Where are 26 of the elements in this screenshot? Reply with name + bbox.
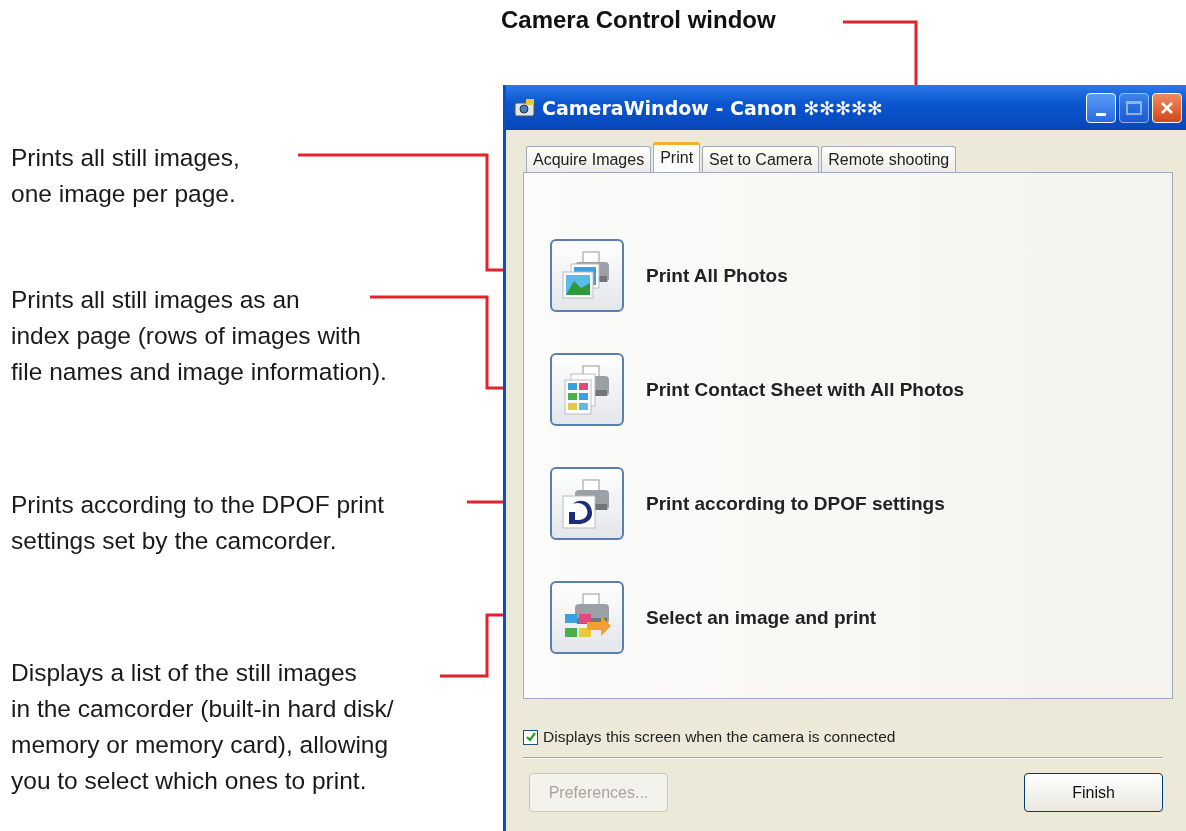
- action-label: Print Contact Sheet with All Photos: [646, 378, 965, 401]
- print-button[interactable]: [550, 581, 624, 654]
- tab[interactable]: Print: [653, 142, 701, 172]
- print-button[interactable]: [550, 353, 624, 426]
- checkbox-label: Displays this screen when the camera is connected: [543, 728, 896, 746]
- action-label: Print All Photos: [646, 264, 788, 287]
- minimize-button[interactable]: [1086, 92, 1116, 123]
- print-dpof-button[interactable]: [550, 467, 624, 540]
- close-button[interactable]: [1152, 92, 1182, 123]
- action-label: Select an image and print: [646, 606, 877, 629]
- maximize-button[interactable]: [1119, 92, 1149, 123]
- figure-title: Camera Control window: [501, 6, 776, 34]
- tab[interactable]: Remote shooting: [821, 146, 957, 172]
- finish-button[interactable]: Finish: [1024, 773, 1163, 812]
- callout-text: Prints all still images, one image per page.: [11, 143, 240, 209]
- print-button[interactable]: [550, 239, 624, 312]
- action-label: Print according to DPOF settings: [646, 492, 945, 515]
- callout-text: Displays a list of the still images in the camcorder (built-in hard disk/ memory or memory card), allowing you to select which ones to print.: [11, 658, 394, 796]
- checkbox[interactable]: [523, 729, 538, 745]
- tab[interactable]: Set to Camera: [702, 146, 820, 172]
- close-icon: [1159, 99, 1175, 116]
- callout-text: Prints according to the DPOF print settings set by the camcorder.: [11, 490, 385, 556]
- callout-text: Prints all still images as an index page (rows of images with file names and image information).: [11, 285, 387, 387]
- window-title: CameraWindow - Canon ✻✻✻✻✻: [542, 96, 885, 119]
- tab[interactable]: Acquire Images: [526, 146, 652, 172]
- camera-icon: [514, 97, 536, 118]
